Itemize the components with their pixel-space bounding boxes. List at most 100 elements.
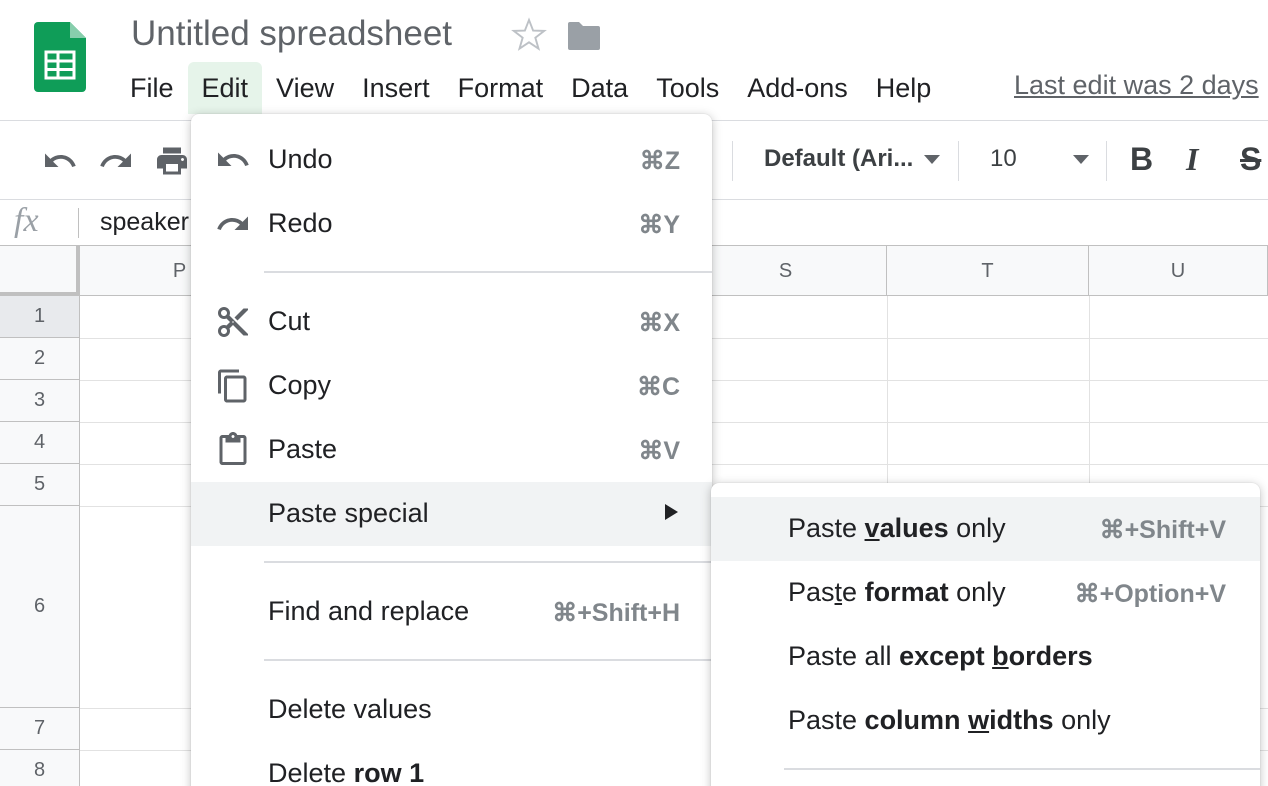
menu-item-label: Delete values [268, 694, 432, 724]
menu-item-paste-special[interactable]: Paste special [191, 482, 712, 546]
clipboard-icon [219, 432, 247, 465]
submenu-item-label: Paste values only [788, 513, 1006, 544]
paste-special-submenu: Paste values only ⌘+Shift+V Paste format… [711, 483, 1260, 786]
menu-divider [264, 271, 712, 273]
label-bold-text: orders [1008, 641, 1093, 671]
mnemonic-letter: b [992, 641, 1009, 671]
print-icon[interactable] [154, 143, 190, 179]
row-header-5[interactable]: 5 [0, 464, 80, 506]
menu-file[interactable]: File [116, 62, 188, 114]
row-header-2[interactable]: 2 [0, 338, 80, 380]
menu-item-delete-values[interactable]: Delete values [191, 678, 712, 742]
submenu-arrow-icon [665, 504, 678, 520]
shortcut-label: ⌘V [638, 437, 680, 465]
folder-icon[interactable] [566, 20, 602, 52]
label-text: only [1053, 705, 1111, 735]
menu-item-undo[interactable]: Undo ⌘Z [191, 128, 712, 192]
label-bold-text: format [864, 577, 949, 607]
menu-format[interactable]: Format [444, 62, 558, 114]
menu-view[interactable]: View [262, 62, 348, 114]
formula-input[interactable]: speaker [100, 208, 189, 237]
shortcut-label: ⌘C [636, 373, 680, 401]
edit-menu-dropdown: Undo ⌘Z Redo ⌘Y Cut ⌘X Copy ⌘C Paste ⌘V … [191, 114, 712, 786]
strikethrough-button[interactable]: S [1240, 141, 1261, 178]
menu-tools[interactable]: Tools [642, 62, 733, 114]
toolbar-divider [732, 141, 733, 181]
label-bold-text: column [864, 705, 969, 735]
font-family-select[interactable]: Default (Ari... [764, 145, 913, 173]
copy-icon [218, 369, 247, 403]
last-edit-link[interactable]: Last edit was 2 days [1014, 70, 1259, 101]
menu-item-label: Paste special [268, 498, 429, 528]
menu-item-label: Redo [268, 208, 333, 238]
menu-item-cut[interactable]: Cut ⌘X [191, 290, 712, 354]
font-size-caret-icon[interactable] [1073, 155, 1089, 164]
select-all-corner[interactable] [0, 246, 80, 296]
shortcut-label: ⌘+Shift+V [1099, 516, 1226, 544]
submenu-item-paste-column-widths[interactable]: Paste column widths only [711, 689, 1260, 753]
row-header-1[interactable]: 1 [0, 296, 80, 338]
row-header-6[interactable]: 6 [0, 506, 80, 708]
shortcut-label: ⌘+Shift+H [552, 599, 680, 627]
row-header-4[interactable]: 4 [0, 422, 80, 464]
menu-data[interactable]: Data [557, 62, 642, 114]
submenu-item-label: Paste all except borders [788, 641, 1093, 672]
menu-item-label: Copy [268, 370, 332, 400]
mnemonic-letter: t [834, 577, 843, 607]
menu-divider [264, 659, 712, 661]
label-text: Paste all [788, 641, 900, 671]
shortcut-label: ⌘+Option+V [1074, 580, 1226, 608]
redo-icon[interactable] [98, 143, 134, 179]
menu-divider [264, 561, 712, 563]
menu-addons[interactable]: Add-ons [733, 62, 862, 114]
row-header-7[interactable]: 7 [0, 708, 80, 750]
menu-item-label: Find and replace [268, 596, 470, 626]
document-title[interactable]: Untitled spreadsheet [131, 14, 452, 54]
menu-insert[interactable]: Insert [348, 62, 444, 114]
submenu-item-label: Paste column widths only [788, 705, 1111, 736]
label-bold-text: row 1 [353, 758, 425, 786]
redo-icon [217, 216, 248, 230]
toolbar-divider [1106, 141, 1107, 181]
label-text: only [948, 513, 1006, 543]
menu-divider [784, 768, 1260, 770]
shortcut-label: ⌘Y [638, 211, 680, 239]
scissors-icon [218, 307, 248, 337]
menu-item-find-replace[interactable]: Find and replace ⌘+Shift+H [191, 580, 712, 644]
sheets-logo-icon[interactable] [34, 22, 86, 92]
menu-item-copy[interactable]: Copy ⌘C [191, 354, 712, 418]
menu-bar: File Edit View Insert Format Data Tools … [116, 62, 945, 114]
italic-button[interactable]: I [1186, 141, 1198, 178]
star-icon[interactable] [510, 16, 548, 54]
menu-item-redo[interactable]: Redo ⌘Y [191, 192, 712, 256]
font-size-select[interactable]: 10 [990, 145, 1017, 173]
submenu-item-paste-format-only[interactable]: Paste format only ⌘+Option+V [711, 561, 1260, 625]
menu-item-label: Undo [268, 144, 333, 174]
menu-item-label: Delete row 1 [268, 758, 424, 786]
submenu-item-label: Paste format only [788, 577, 1006, 608]
label-bold-text: alues [879, 513, 949, 543]
bold-button[interactable]: B [1130, 141, 1153, 178]
menu-item-delete-row[interactable]: Delete row 1 [191, 742, 712, 786]
label-text: Pas [788, 577, 835, 607]
toolbar-divider [958, 141, 959, 181]
column-header-s[interactable]: S [685, 246, 887, 296]
undo-icon [218, 152, 249, 166]
fx-icon: fx [14, 202, 39, 239]
menu-help[interactable]: Help [862, 62, 946, 114]
undo-icon[interactable] [42, 143, 78, 179]
column-header-u[interactable]: U [1089, 246, 1268, 296]
row-header-3[interactable]: 3 [0, 380, 80, 422]
submenu-item-paste-values-only[interactable]: Paste values only ⌘+Shift+V [711, 497, 1260, 561]
menu-item-paste[interactable]: Paste ⌘V [191, 418, 712, 482]
label-text: only [948, 577, 1006, 607]
submenu-item-paste-except-borders[interactable]: Paste all except borders [711, 625, 1260, 689]
formula-divider [78, 208, 79, 238]
menu-edit[interactable]: Edit [187, 62, 263, 114]
label-bold-text: except [899, 641, 993, 671]
row-header-8[interactable]: 8 [0, 750, 80, 786]
font-dropdown-caret-icon[interactable] [924, 155, 940, 164]
column-header-t[interactable]: T [887, 246, 1089, 296]
label-text: Delete [268, 758, 354, 786]
shortcut-label: ⌘Z [639, 147, 680, 175]
